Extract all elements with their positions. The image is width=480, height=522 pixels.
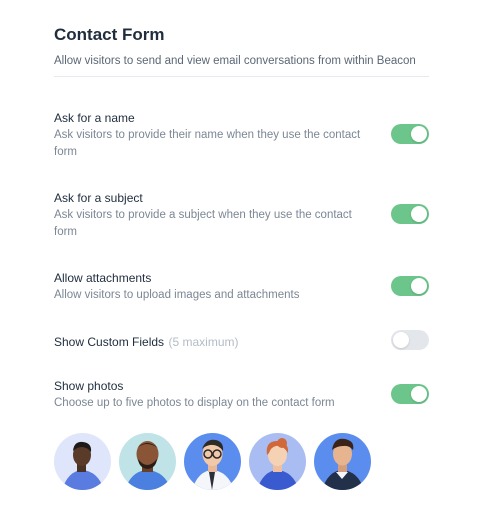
setting-label: Ask for a subject (54, 191, 143, 205)
setting-show-custom-fields: Show Custom Fields (5 maximum) (54, 330, 429, 351)
avatar-illustration (62, 441, 104, 490)
toggle-knob (411, 278, 427, 294)
setting-allow-attachments: Allow attachments Allow visitors to uplo… (54, 270, 429, 304)
avatar-photo-4[interactable] (249, 433, 306, 490)
setting-ask-name: Ask for a name Ask visitors to provide t… (54, 110, 429, 161)
setting-description: Allow visitors to upload images and atta… (54, 289, 300, 301)
setting-description: Ask visitors to provide a subject when t… (54, 209, 352, 238)
toggle-knob (411, 206, 427, 222)
setting-show-photos: Show photos Choose up to five photos to … (54, 378, 429, 412)
setting-ask-subject: Ask for a subject Ask visitors to provid… (54, 190, 429, 241)
avatar-photo-5[interactable] (314, 433, 371, 490)
section-header: Contact Form Allow visitors to send and … (54, 24, 429, 69)
allow-attachments-toggle[interactable] (391, 276, 429, 296)
setting-label: Allow attachments (54, 271, 152, 285)
toggle-knob (411, 126, 427, 142)
avatar-illustration (257, 438, 299, 490)
ask-subject-toggle[interactable] (391, 204, 429, 224)
avatar-illustration (322, 438, 364, 490)
show-photos-toggle[interactable] (391, 384, 429, 404)
setting-label: Show photos (54, 379, 124, 393)
setting-label: Show Custom Fields (54, 335, 165, 349)
setting-hint: (5 maximum) (168, 335, 239, 349)
avatar-photo-1[interactable] (54, 433, 111, 490)
section-title: Contact Form (54, 25, 165, 44)
setting-label: Ask for a name (54, 111, 135, 125)
contact-form-settings-panel: Contact Form Allow visitors to send and … (0, 0, 480, 522)
show-custom-fields-toggle[interactable] (391, 330, 429, 350)
avatar-photo-2[interactable] (119, 433, 176, 490)
toggle-knob (393, 332, 409, 348)
header-divider (54, 76, 429, 77)
avatar-illustration (192, 439, 234, 490)
setting-description: Choose up to five photos to display on t… (54, 397, 335, 409)
section-subtitle: Allow visitors to send and view email co… (54, 55, 416, 67)
toggle-knob (411, 386, 427, 402)
avatar-photo-3[interactable] (184, 433, 241, 490)
photo-picker (54, 433, 379, 490)
setting-description: Ask visitors to provide their name when … (54, 129, 361, 158)
avatar-illustration (125, 441, 171, 490)
ask-name-toggle[interactable] (391, 124, 429, 144)
